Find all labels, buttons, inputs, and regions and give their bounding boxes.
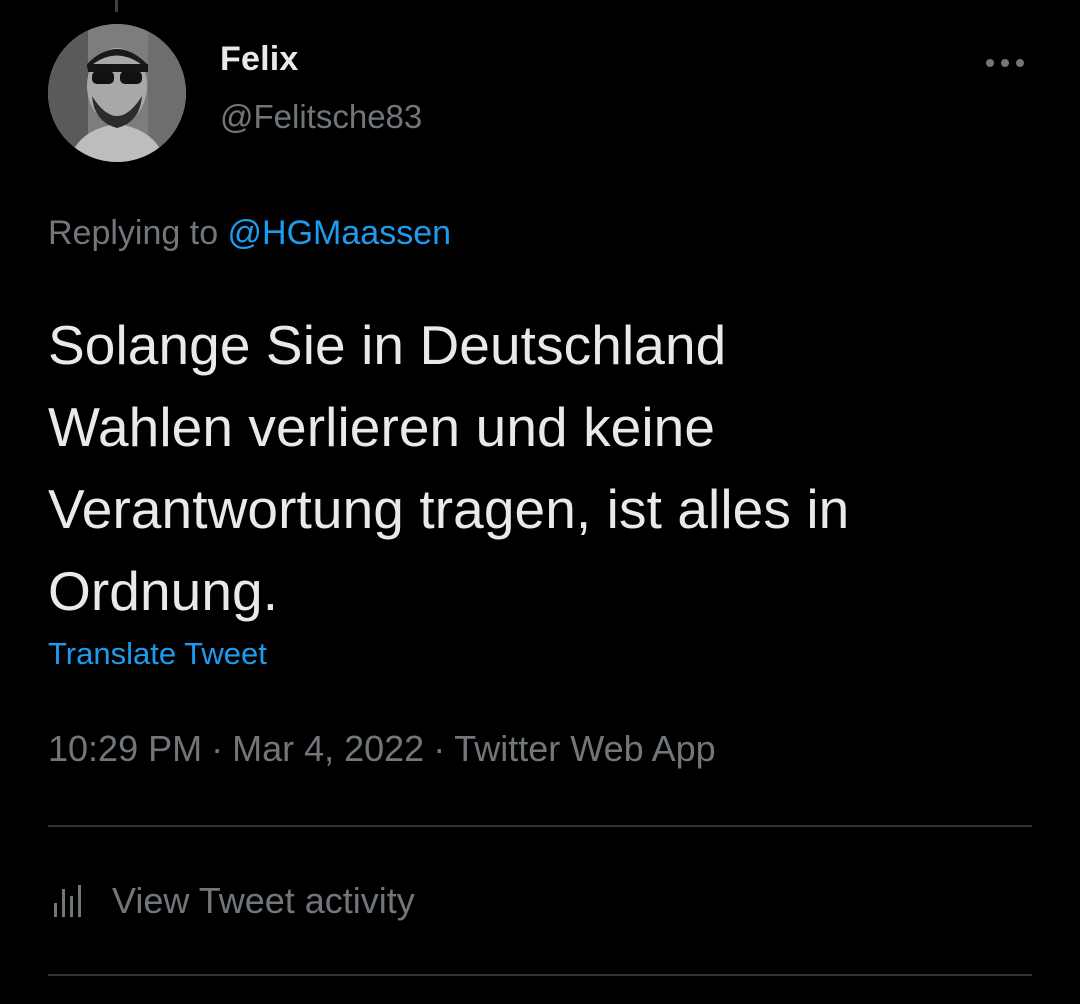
reply-mention-link[interactable]: @HGMaassen: [228, 214, 451, 252]
tweet-text-line: Verantwortung tragen, ist alles in: [48, 478, 850, 540]
more-options-icon: [1001, 59, 1009, 67]
tweet-time[interactable]: 10:29 PM: [48, 728, 202, 769]
more-options-icon: [986, 59, 994, 67]
view-tweet-activity-button[interactable]: View Tweet activity: [48, 876, 415, 926]
tweet-text: Solange Sie in Deutschland Wahlen verlie…: [48, 304, 1038, 632]
view-tweet-activity-label: View Tweet activity: [112, 880, 415, 921]
replying-to-label: Replying to: [48, 214, 228, 252]
meta-separator: ·: [433, 728, 446, 769]
avatar[interactable]: [48, 24, 186, 162]
tweet-text-line: Wahlen verlieren und keine: [48, 396, 716, 458]
tweet-text-line: Ordnung.: [48, 560, 279, 622]
author-handle[interactable]: @Felitsche83: [220, 98, 422, 136]
tweet-text-line: Solange Sie in Deutschland: [48, 314, 727, 376]
replying-to: Replying to @HGMaassen: [48, 214, 451, 253]
bar-chart-icon: [54, 885, 81, 917]
tweet-metadata: 10:29 PM · Mar 4, 2022 · Twitter Web App: [48, 728, 716, 770]
divider: [48, 825, 1032, 827]
more-options-button[interactable]: [980, 48, 1030, 78]
divider: [48, 974, 1032, 976]
author-name[interactable]: Felix: [220, 40, 298, 79]
tweet-source[interactable]: Twitter Web App: [454, 728, 715, 769]
more-options-icon: [1016, 59, 1024, 67]
thread-connector-line: [115, 0, 118, 12]
meta-separator: ·: [211, 728, 224, 769]
avatar-photo: [48, 24, 186, 162]
translate-tweet-link[interactable]: Translate Tweet: [48, 636, 267, 672]
tweet-date[interactable]: Mar 4, 2022: [232, 728, 424, 769]
